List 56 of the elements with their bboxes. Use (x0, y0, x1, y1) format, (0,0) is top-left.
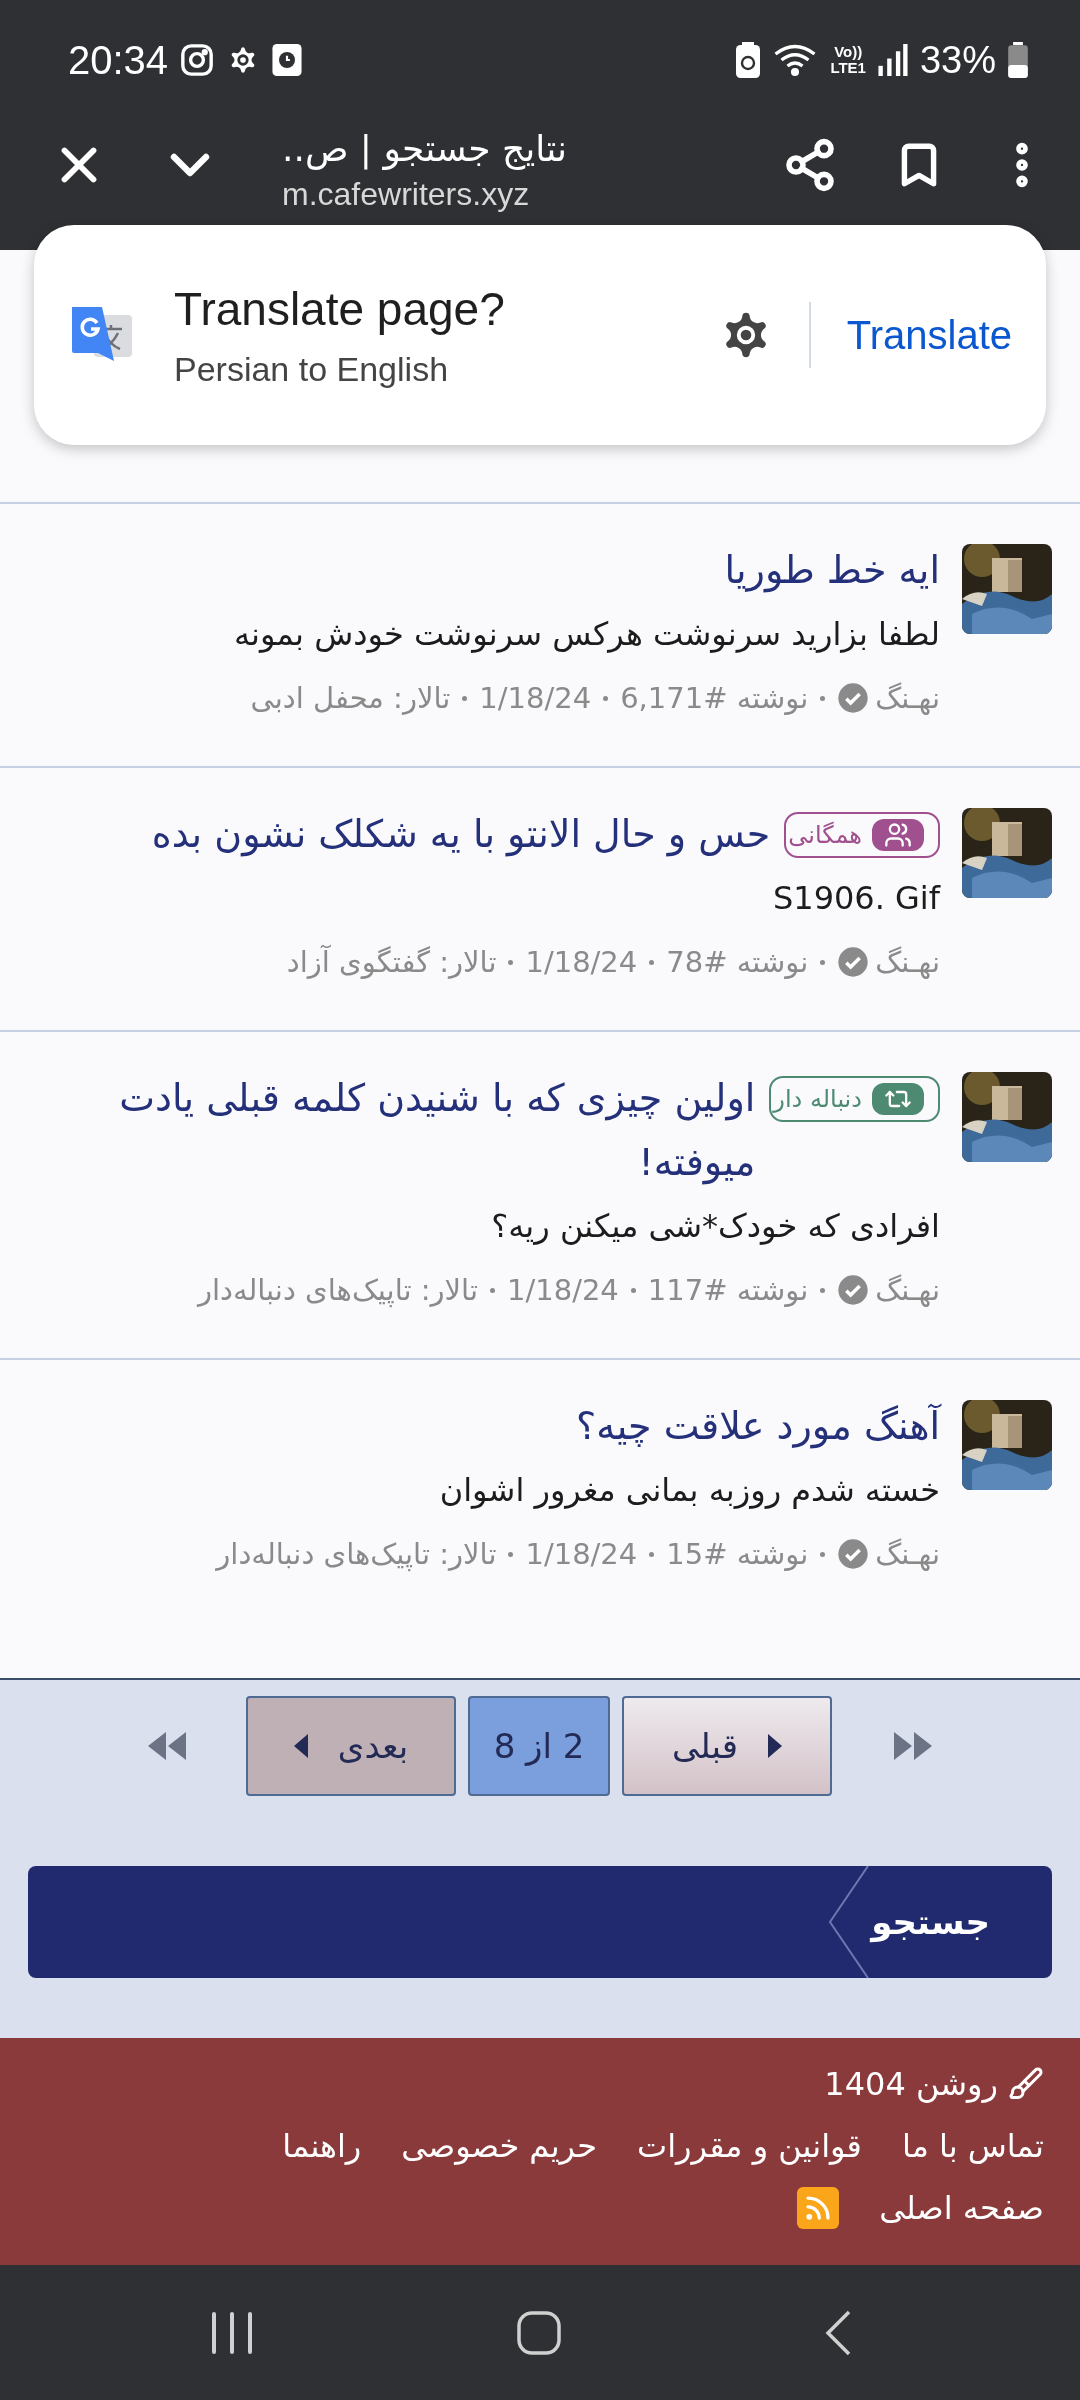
translate-button[interactable]: Translate (846, 312, 1012, 358)
post-snippet: افرادی که خودک*شی میکنن ریه؟ (490, 1206, 940, 1247)
footer-link[interactable]: حریم خصوصی (401, 2118, 597, 2174)
clock: 20:34 (68, 37, 169, 83)
camera-app-icon (180, 43, 215, 77)
post-date: 1/18/24 (479, 680, 592, 717)
recent-apps-icon[interactable] (210, 2311, 254, 2354)
search-bar[interactable]: جستجو (28, 1866, 1052, 1978)
post-snippet: خسته شدم روزبه بمانی مغرور اشوان (438, 1470, 940, 1511)
next-page-button[interactable]: بعدی (246, 1696, 456, 1796)
page-indicator[interactable]: 2 از 8 (468, 1696, 610, 1796)
signal-icon (877, 44, 908, 76)
post-date: 1/18/24 (507, 1272, 619, 1309)
footer-link[interactable]: قوانین و مقررات (637, 2118, 862, 2174)
network-label: LTE1 (830, 60, 866, 76)
first-page-icon[interactable] (146, 1732, 186, 1760)
translate-title: Translate page? (174, 281, 506, 336)
battery-icon (1008, 42, 1028, 78)
topic-title[interactable]: اولین چیزی که با شنیدن کلمه قبلی یادت میوفته! (40, 1066, 756, 1194)
post-snippet: S1906. Gif (771, 878, 940, 919)
home-link[interactable]: صفحه اصلی (879, 2180, 1044, 2236)
battery-level: 33% (919, 38, 996, 82)
verified-icon (837, 1538, 870, 1570)
volte-label: Vo)) (833, 44, 864, 60)
post-number: نوشته #78 (666, 944, 809, 981)
topic-title[interactable]: ایه خط طوریا (40, 538, 940, 602)
topic-title[interactable]: حس و حال الانتو با یه شکلک نشون بده (40, 802, 771, 866)
post-number: نوشته #15 (666, 1536, 809, 1573)
battery-saver-icon (736, 42, 761, 78)
topic-title[interactable]: آهنگ مورد علاقت چیه؟ (40, 1394, 940, 1458)
style-chooser-link[interactable]: روشن 1404 (824, 2056, 998, 2112)
clock-app-icon (272, 44, 303, 76)
caret-icon (768, 1734, 783, 1758)
verified-icon (837, 682, 870, 714)
translate-languages: Persian to English (174, 349, 450, 389)
post-number: نوشته #6,171 (620, 680, 809, 717)
last-page-icon[interactable] (894, 1732, 934, 1760)
caret-icon (293, 1734, 308, 1758)
back-icon[interactable] (824, 2309, 852, 2356)
home-icon[interactable] (517, 2310, 561, 2355)
group-icon (884, 821, 912, 849)
verified-icon (837, 946, 870, 978)
post-date: 1/18/24 (525, 944, 638, 981)
previous-page-button[interactable]: قبلی (622, 1696, 832, 1796)
post-snippet: لطفا بزارید سرنوشت هرکس سرنوشت خودش بمونه (232, 614, 940, 655)
topic-tag: همگانی (784, 812, 940, 858)
post-number: نوشته #117 (647, 1272, 809, 1309)
verified-icon (837, 1274, 870, 1306)
rss-icon[interactable] (797, 2187, 840, 2229)
topic-tag: دنباله دار (769, 1076, 940, 1122)
footer-link[interactable]: راهنما (282, 2118, 362, 2174)
footer-link[interactable]: تماس با ما (901, 2118, 1044, 2174)
page-url: m.cafewriters.xyz (282, 175, 530, 214)
post-date: 1/18/24 (525, 1536, 638, 1573)
brush-icon[interactable] (1008, 2066, 1044, 2102)
page-title: نتایج جستجو | ص.. (282, 127, 568, 172)
